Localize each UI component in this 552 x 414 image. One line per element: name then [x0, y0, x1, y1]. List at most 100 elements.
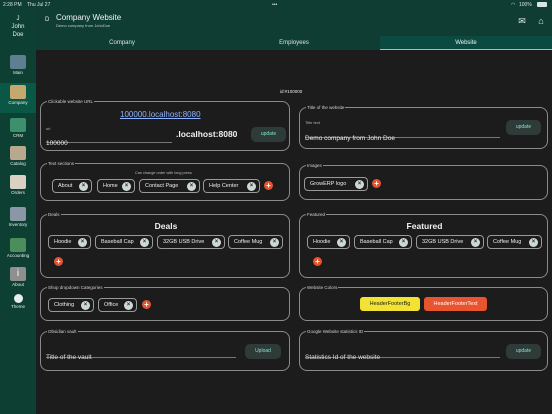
- deal-chip[interactable]: Hoodie ×: [48, 235, 91, 249]
- add-deal-icon[interactable]: +: [54, 257, 63, 266]
- sidebar-item-crm[interactable]: CRM: [0, 118, 36, 138]
- chip-label: Coffee Mug: [234, 239, 263, 245]
- remove-icon[interactable]: ×: [399, 238, 408, 247]
- shop-categories-card: Shop dropdown Categories Clothing × Offic…: [40, 285, 290, 321]
- images-card: Images GrowERP logo × +: [299, 163, 548, 200]
- sidebar-item-company[interactable]: Company: [0, 83, 36, 113]
- section-chip[interactable]: Home ×: [97, 179, 135, 193]
- more-dots-icon: •••: [272, 2, 278, 8]
- website-url-link[interactable]: 100000.localhost:8080: [120, 110, 201, 119]
- remove-icon[interactable]: ×: [79, 182, 88, 191]
- sidebar-item-main[interactable]: Main: [0, 55, 36, 75]
- remove-icon[interactable]: ×: [337, 238, 346, 247]
- company-initial: D: [45, 17, 50, 23]
- chip-label: About: [58, 183, 73, 189]
- remove-icon[interactable]: ×: [122, 182, 131, 191]
- home-icon[interactable]: ⌂: [536, 16, 546, 26]
- app-header: D Company Website Demo company from John…: [36, 9, 552, 36]
- catalog-icon: [10, 146, 26, 160]
- statistics-id-input[interactable]: Statistics Id of the website: [305, 346, 500, 361]
- theme-icon: [13, 294, 23, 303]
- remove-icon[interactable]: ×: [355, 180, 364, 189]
- title-input-value: Demo company from John Doe: [305, 135, 395, 142]
- deals-card: Deals Deals Hoodie × Baseball Cap × 32GB U…: [40, 212, 290, 278]
- vault-title-input[interactable]: Title of the vault: [46, 346, 236, 361]
- add-featured-icon[interactable]: +: [313, 257, 322, 266]
- statistics-id-card: Google Website statistics ID Statistics …: [299, 329, 548, 371]
- remove-icon[interactable]: ×: [78, 238, 87, 247]
- sidebar-item-accounting[interactable]: Accounting: [0, 238, 36, 258]
- update-title-button[interactable]: update: [506, 120, 541, 135]
- sidebar-item-catalog[interactable]: Catalog: [0, 146, 36, 166]
- deal-chip[interactable]: 32GB USB Drive ×: [157, 235, 225, 249]
- chip-label: 32GB USB Drive: [163, 239, 205, 245]
- tab-company[interactable]: Company: [36, 36, 208, 50]
- remove-icon[interactable]: ×: [270, 238, 279, 247]
- featured-chip[interactable]: Hoodie ×: [307, 235, 350, 249]
- chip-label: Baseball Cap: [101, 239, 134, 245]
- user-last-name: Doe: [12, 32, 24, 38]
- remove-icon[interactable]: ×: [124, 301, 133, 310]
- update-statistics-button[interactable]: update: [506, 344, 541, 359]
- url-input[interactable]: 100000: [46, 132, 172, 147]
- sidebar-item-label: CRM: [12, 133, 24, 138]
- accounting-icon: [10, 238, 26, 252]
- battery-icon: [537, 2, 547, 7]
- chip-label: Office: [104, 302, 119, 308]
- user-initial: J: [16, 16, 20, 22]
- add-category-icon[interactable]: +: [142, 300, 151, 309]
- deals-heading: Deals: [154, 221, 178, 231]
- status-date: Thu Jul 27: [27, 2, 51, 8]
- chip-label: Contact Page: [145, 183, 179, 189]
- inventory-icon: [10, 207, 26, 221]
- category-chip[interactable]: Clothing ×: [48, 298, 94, 312]
- featured-chip[interactable]: Coffee Mug ×: [487, 235, 542, 249]
- card-label: Website Colors: [306, 285, 339, 290]
- section-chip[interactable]: About ×: [52, 179, 92, 193]
- remove-icon[interactable]: ×: [471, 238, 480, 247]
- header-footer-text-button[interactable]: HeaderFooterText: [424, 297, 487, 311]
- sidebar-item-about[interactable]: i About: [0, 267, 36, 287]
- tab-bar: Company Employees Website: [36, 36, 552, 50]
- chip-label: Help Center: [209, 183, 239, 189]
- add-image-icon[interactable]: +: [372, 179, 381, 188]
- upload-vault-button[interactable]: Upload: [245, 344, 281, 359]
- category-chip[interactable]: Office ×: [98, 298, 137, 312]
- remove-icon[interactable]: ×: [140, 238, 149, 247]
- deal-chip[interactable]: Baseball Cap ×: [95, 235, 153, 249]
- sidebar-item-theme[interactable]: Theme: [0, 294, 36, 309]
- sidebar-item-label: Orders: [11, 190, 25, 195]
- deal-chip[interactable]: Coffee Mug ×: [228, 235, 283, 249]
- sidebar-item-label: Main: [13, 70, 23, 75]
- page-subtitle: Demo company from JohnDoe: [56, 23, 111, 28]
- add-section-icon[interactable]: +: [264, 181, 273, 190]
- remove-icon[interactable]: ×: [212, 238, 221, 247]
- statistics-id-placeholder: Statistics Id of the website: [305, 354, 381, 361]
- chip-label: GrowERP logo: [310, 181, 347, 187]
- user-profile[interactable]: J John Doe: [0, 15, 36, 39]
- remove-icon[interactable]: ×: [187, 182, 196, 191]
- main-icon: [10, 55, 26, 69]
- image-chip[interactable]: GrowERP logo ×: [304, 177, 368, 191]
- remove-icon[interactable]: ×: [529, 238, 538, 247]
- update-url-button[interactable]: update: [251, 127, 286, 142]
- tab-employees[interactable]: Employees: [208, 36, 380, 50]
- sidebar-item-orders[interactable]: Orders: [0, 175, 36, 195]
- user-first-name: John: [11, 24, 25, 30]
- header-footer-bg-button[interactable]: HeaderFooterBg: [360, 297, 420, 311]
- section-chip[interactable]: Contact Page ×: [139, 179, 200, 193]
- chip-label: Hoodie: [313, 239, 331, 245]
- section-chip[interactable]: Help Center ×: [203, 179, 260, 193]
- remove-icon[interactable]: ×: [247, 182, 256, 191]
- featured-chip[interactable]: 32GB USB Drive ×: [416, 235, 484, 249]
- title-input[interactable]: Demo company from John Doe: [305, 127, 500, 142]
- sidebar-item-inventory[interactable]: Inventory: [0, 207, 36, 227]
- website-colors-card: Website Colors HeaderFooterBg HeaderFoot…: [299, 285, 548, 321]
- chat-icon[interactable]: ✉: [517, 16, 527, 26]
- orders-icon: [10, 175, 26, 189]
- battery-level: 100%: [519, 2, 532, 8]
- tab-website[interactable]: Website: [380, 36, 552, 50]
- featured-chip[interactable]: Baseball Cap ×: [354, 235, 412, 249]
- remove-icon[interactable]: ×: [81, 301, 90, 310]
- sidebar-item-label: About: [12, 282, 24, 287]
